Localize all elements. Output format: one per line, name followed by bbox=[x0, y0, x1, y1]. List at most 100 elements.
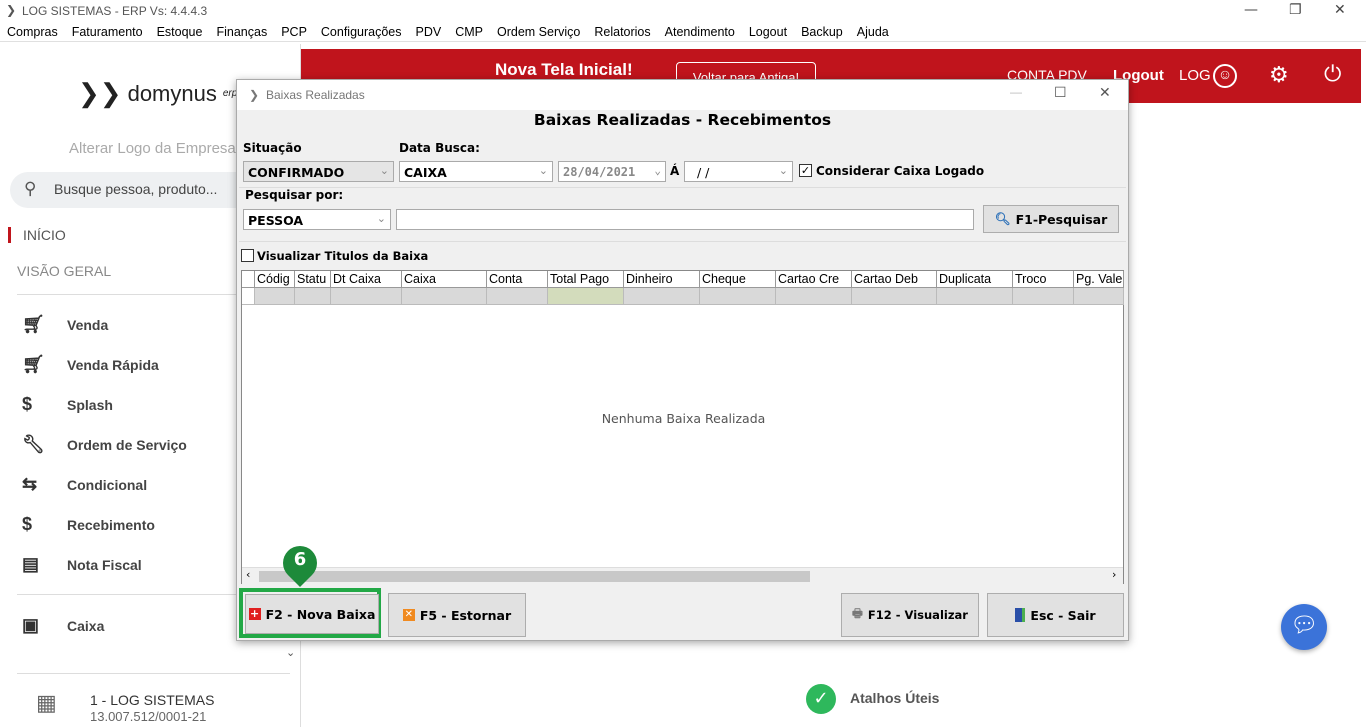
situacao-select[interactable]: CONFIRMADO ⌄ bbox=[243, 161, 394, 182]
table-cell[interactable] bbox=[1013, 288, 1074, 305]
column-header[interactable]: Statu bbox=[295, 271, 331, 288]
search-input[interactable]: ⚲ Busque pessoa, produto... bbox=[10, 172, 270, 208]
menu-item-12[interactable]: Backup bbox=[794, 22, 850, 41]
menu-item-13[interactable]: Ajuda bbox=[850, 22, 896, 41]
situacao-value: CONFIRMADO bbox=[248, 165, 345, 180]
sidebar-item-2[interactable]: $ Splash bbox=[22, 394, 113, 415]
sidebar-item-label: Venda Rápida bbox=[67, 356, 159, 373]
sidebar-item-7[interactable]: ▣ Caixa bbox=[22, 615, 104, 636]
close-button[interactable]: ✕ bbox=[1099, 84, 1111, 101]
cart-icon: 🛒︎ bbox=[22, 354, 45, 374]
menu-item-2[interactable]: Estoque bbox=[150, 22, 210, 41]
table-cell[interactable] bbox=[402, 288, 487, 305]
estornar-button[interactable]: ✕ F5 - Estornar bbox=[388, 593, 526, 637]
table-cell[interactable] bbox=[937, 288, 1013, 305]
sidebar-section-visao-geral: VISÃO GERAL bbox=[17, 263, 112, 279]
minimize-button[interactable]: — bbox=[1010, 85, 1022, 99]
column-header[interactable]: Pg. Vale bbox=[1074, 271, 1124, 288]
pesquisar-button[interactable]: 🔍︎ F1-Pesquisar bbox=[983, 205, 1119, 233]
column-header[interactable]: Troco bbox=[1013, 271, 1074, 288]
company-name: 1 - LOG SISTEMAS bbox=[90, 692, 215, 708]
visualizar-button[interactable]: 🖶 F12 - Visualizar bbox=[841, 593, 979, 637]
baixas-dialog: ❯ Baixas Realizadas — ☐ ✕ Baixas Realiza… bbox=[236, 79, 1129, 641]
row-indicator[interactable] bbox=[242, 288, 255, 305]
menu-item-8[interactable]: Ordem Serviço bbox=[490, 22, 587, 41]
sidebar-item-3[interactable]: 🔧︎ Ordem de Serviço bbox=[22, 434, 187, 455]
chevron-down-icon: ⌄ bbox=[778, 164, 788, 177]
alter-logo-link[interactable]: Alterar Logo da Empresa bbox=[69, 140, 236, 157]
column-header[interactable]: Dinheiro bbox=[624, 271, 700, 288]
menu-item-0[interactable]: Compras bbox=[0, 22, 65, 41]
scrollbar-thumb[interactable] bbox=[259, 571, 810, 582]
column-header[interactable]: Códig bbox=[255, 271, 295, 288]
search-placeholder: Busque pessoa, produto... bbox=[54, 181, 218, 197]
situacao-label: Situação bbox=[243, 141, 302, 155]
menu-item-6[interactable]: PDV bbox=[409, 22, 449, 41]
user-icon[interactable]: ☺ bbox=[1213, 64, 1237, 88]
table-cell[interactable] bbox=[487, 288, 548, 305]
column-header[interactable]: Cheque bbox=[700, 271, 776, 288]
menu-item-9[interactable]: Relatorios bbox=[587, 22, 657, 41]
column-header[interactable]: Cartao Cre bbox=[776, 271, 852, 288]
pesquisar-select[interactable]: PESSOA ⌄ bbox=[243, 209, 391, 230]
maximize-button[interactable]: ☐ bbox=[1054, 84, 1067, 101]
company-logo[interactable]: ❯❯ domynus erp bbox=[78, 78, 237, 109]
nova-baixa-button[interactable]: + F2 - Nova Baixa bbox=[245, 594, 379, 634]
gear-icon[interactable]: ⚙ bbox=[1269, 62, 1289, 88]
data-busca-select[interactable]: CAIXA ⌄ bbox=[399, 161, 553, 182]
wrench-icon: 🔧︎ bbox=[22, 434, 45, 454]
column-header[interactable]: Duplicata bbox=[937, 271, 1013, 288]
sidebar-item-5[interactable]: $ Recebimento bbox=[22, 514, 155, 535]
window-titlebar: ❯ LOG SISTEMAS - ERP Vs: 4.4.4.3 — ❐ ✕ bbox=[0, 0, 1366, 22]
close-button[interactable]: ✕ bbox=[1334, 2, 1346, 18]
scroll-down-icon[interactable]: ⌄ bbox=[286, 646, 295, 659]
menu-item-10[interactable]: Atendimento bbox=[658, 22, 742, 41]
chevron-down-icon: ⌄ bbox=[376, 212, 386, 225]
row-indicator-header bbox=[242, 271, 255, 288]
horizontal-scrollbar[interactable]: ‹ › bbox=[242, 567, 1123, 584]
visualizar-checkbox[interactable] bbox=[241, 249, 254, 262]
sair-button[interactable]: Esc - Sair bbox=[987, 593, 1124, 637]
menu-item-3[interactable]: Finanças bbox=[209, 22, 274, 41]
table-cell[interactable] bbox=[255, 288, 295, 305]
table-cell[interactable] bbox=[852, 288, 937, 305]
chevron-down-icon: ⌄ bbox=[538, 164, 548, 177]
menu-item-4[interactable]: PCP bbox=[274, 22, 314, 41]
column-header[interactable]: Dt Caixa bbox=[331, 271, 402, 288]
plus-icon: + bbox=[248, 607, 261, 620]
date-to-picker[interactable]: / / ⌄ bbox=[684, 161, 793, 182]
power-icon[interactable]: ⏻ bbox=[1324, 61, 1341, 87]
column-header[interactable]: Caixa bbox=[402, 271, 487, 288]
table-cell[interactable] bbox=[776, 288, 852, 305]
chat-icon[interactable]: 💬︎ bbox=[1281, 604, 1327, 650]
table-cell[interactable] bbox=[624, 288, 700, 305]
table-cell[interactable] bbox=[295, 288, 331, 305]
visualizar-label: Visualizar Titulos da Baixa bbox=[257, 249, 429, 263]
sidebar-item-inicio[interactable]: INÍCIO bbox=[8, 227, 66, 243]
column-header[interactable]: Conta bbox=[487, 271, 548, 288]
menu-item-7[interactable]: CMP bbox=[448, 22, 490, 41]
menu-bar: Compras Faturamento Estoque Finanças PCP Conf… bbox=[0, 22, 1366, 42]
sidebar-item-label: Nota Fiscal bbox=[67, 556, 142, 573]
table-cell[interactable] bbox=[331, 288, 402, 305]
table-cell[interactable] bbox=[548, 288, 624, 305]
table-cell[interactable] bbox=[700, 288, 776, 305]
baixas-table[interactable]: Nenhuma Baixa Realizada ‹ › Códig Statu Dt… bbox=[241, 270, 1124, 584]
menu-item-11[interactable]: Logout bbox=[742, 22, 794, 41]
restore-button[interactable]: ❐ bbox=[1289, 2, 1302, 18]
column-header[interactable]: Total Pago bbox=[548, 271, 624, 288]
sidebar-item-0[interactable]: 🛒︎ Venda bbox=[22, 314, 108, 335]
sidebar-item-1[interactable]: 🛒︎ Venda Rápida bbox=[22, 354, 159, 375]
table-cell[interactable] bbox=[1074, 288, 1124, 305]
scroll-left-icon[interactable]: ‹ bbox=[246, 568, 250, 581]
search-text-input[interactable] bbox=[396, 209, 974, 230]
sidebar-item-4[interactable]: ⇆ Condicional bbox=[22, 474, 147, 495]
considerar-checkbox[interactable]: ✓ bbox=[799, 164, 812, 177]
column-header[interactable]: Cartao Deb bbox=[852, 271, 937, 288]
menu-item-1[interactable]: Faturamento bbox=[65, 22, 150, 41]
minimize-button[interactable]: — bbox=[1244, 2, 1258, 18]
menu-item-5[interactable]: Configurações bbox=[314, 22, 409, 41]
scroll-right-icon[interactable]: › bbox=[1112, 568, 1116, 581]
sidebar-item-6[interactable]: ▤ Nota Fiscal bbox=[22, 554, 142, 575]
date-from-picker[interactable]: 28/04/2021 ⌄ bbox=[558, 161, 666, 182]
